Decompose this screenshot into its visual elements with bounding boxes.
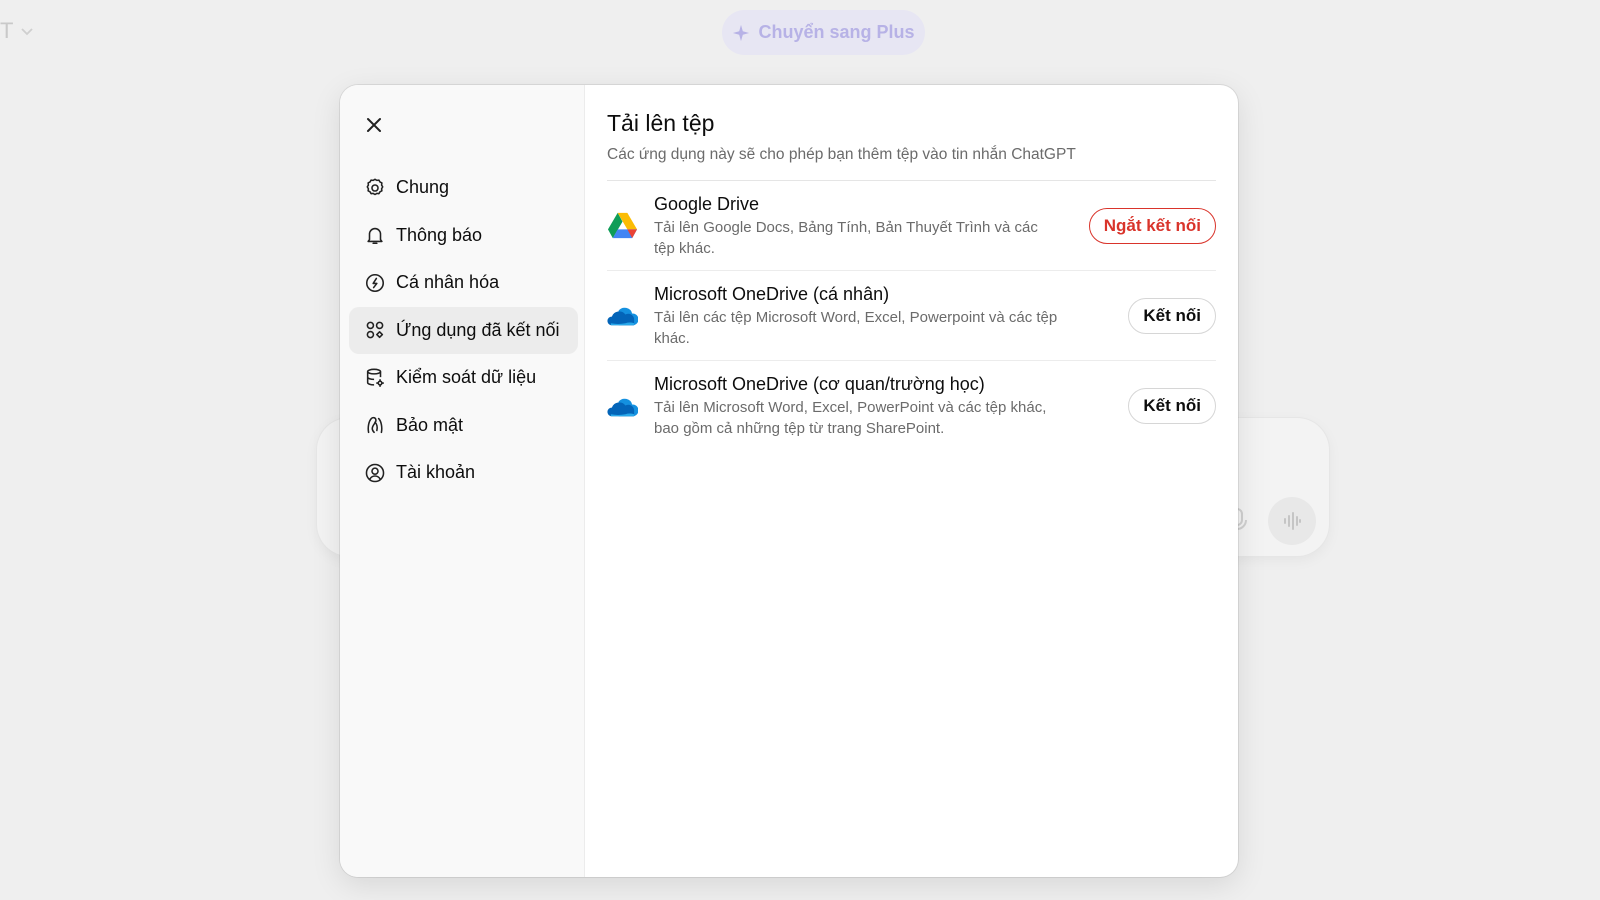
sidebar-item-label: Bảo mật	[396, 414, 464, 435]
app-name: Microsoft OneDrive (cơ quan/trường học)	[654, 374, 985, 394]
onedrive-icon	[607, 391, 654, 422]
sidebar-item-label: Thông báo	[396, 224, 483, 245]
connect-button[interactable]: Kết nối	[1128, 297, 1216, 334]
sidebar-item-label: Chung	[396, 177, 450, 197]
app-description: Tải lên Microsoft Word, Excel, PowerPoin…	[654, 399, 1047, 437]
disconnect-button[interactable]: Ngắt kết nối	[1088, 207, 1216, 244]
app-description: Tải lên Google Docs, Bảng Tính, Bản Thuy…	[654, 218, 1038, 257]
sidebar-item-notifications[interactable]: Thông báo	[349, 212, 578, 259]
app-info: Google Drive Tải lên Google Docs, Bảng T…	[654, 193, 1089, 259]
waveform-icon	[1284, 512, 1301, 530]
sidebar-item-account[interactable]: Tài khoản	[349, 449, 578, 496]
close-icon	[367, 118, 381, 132]
sidebar-item-label: Ứng dụng đã kết nối	[396, 319, 560, 340]
settings-nav: Chung Thông báo Cá nhân hóa Ứng dụng đã …	[349, 164, 578, 497]
app-row-onedrive-personal: Microsoft OneDrive (cá nhân) Tải lên các…	[607, 271, 1216, 361]
chevron-down-icon	[21, 28, 34, 36]
onedrive-icon	[607, 300, 654, 331]
page-subtitle: Các ứng dụng này sẽ cho phép bạn thêm tệ…	[607, 146, 1076, 163]
sidebar-item-security[interactable]: Bảo mật	[349, 402, 578, 449]
sidebar-item-label: Kiểm soát dữ liệu	[396, 367, 537, 387]
sidebar-item-general[interactable]: Chung	[349, 164, 578, 211]
app-row-google-drive: Google Drive Tải lên Google Docs, Bảng T…	[607, 181, 1216, 271]
personalization-icon	[363, 271, 386, 294]
sidebar-item-personalization[interactable]: Cá nhân hóa	[349, 259, 578, 306]
model-selector: T	[0, 18, 35, 44]
app-info: Microsoft OneDrive (cá nhân) Tải lên các…	[654, 283, 1128, 349]
settings-dialog: Chung Thông báo Cá nhân hóa Ứng dụng đã …	[340, 85, 1238, 877]
settings-sidebar: Chung Thông báo Cá nhân hóa Ứng dụng đã …	[340, 85, 585, 877]
sidebar-item-label: Cá nhân hóa	[396, 272, 500, 292]
settings-content: Tải lên tệp Các ứng dụng này sẽ cho phép…	[585, 85, 1238, 877]
sidebar-item-label: Tài khoản	[396, 462, 476, 482]
security-icon	[363, 414, 386, 437]
connect-button[interactable]: Kết nối	[1128, 388, 1216, 424]
app-name: Google Drive	[654, 193, 760, 214]
sidebar-item-connected-apps[interactable]: Ứng dụng đã kết nối	[349, 306, 578, 354]
app-description: Tải lên các tệp Microsoft Word, Excel, P…	[654, 308, 1058, 347]
upgrade-button: Chuyển sang Plus	[722, 10, 925, 55]
voice-mode-button	[1268, 497, 1316, 545]
app-name: Microsoft OneDrive (cá nhân)	[654, 283, 890, 304]
apps-icon	[363, 319, 386, 342]
sparkle-icon	[733, 24, 750, 41]
database-icon	[363, 366, 386, 389]
upgrade-label: Chuyển sang Plus	[758, 22, 915, 42]
bell-icon	[363, 224, 386, 247]
app-info: Microsoft OneDrive (cơ quan/trường học) …	[654, 373, 1128, 439]
page-title: Tải lên tệp	[607, 110, 715, 136]
model-name: T	[0, 18, 14, 43]
gear-icon	[363, 176, 386, 199]
sidebar-item-data-controls[interactable]: Kiểm soát dữ liệu	[349, 354, 578, 401]
app-row-onedrive-business: Microsoft OneDrive (cơ quan/trường học) …	[607, 361, 1216, 451]
google-drive-icon	[607, 210, 654, 241]
account-icon	[363, 461, 386, 484]
close-button[interactable]	[356, 107, 392, 143]
